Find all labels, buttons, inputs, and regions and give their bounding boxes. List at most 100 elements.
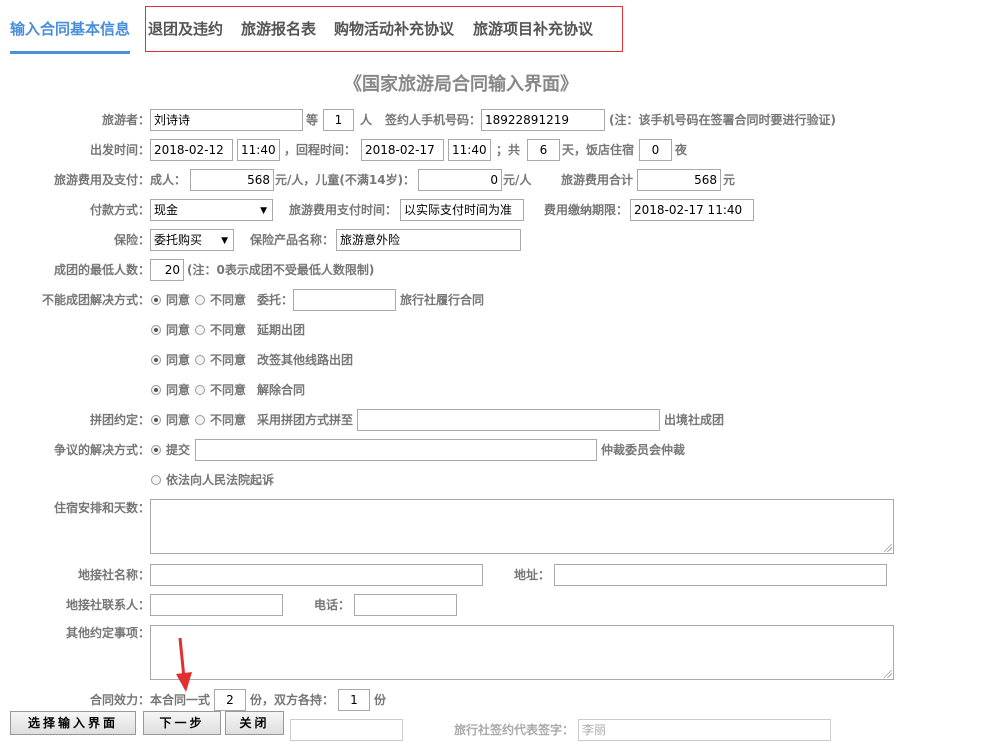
agree-label: 同意 bbox=[166, 413, 191, 427]
total-fee-input[interactable]: 568 bbox=[637, 169, 721, 191]
child-fee-input[interactable]: 0 bbox=[418, 169, 502, 191]
local-agency-name-input[interactable] bbox=[150, 564, 483, 586]
return-time-input[interactable]: 11:40 bbox=[448, 139, 491, 161]
agree-radio[interactable] bbox=[151, 295, 161, 305]
entrust-label: 委托： bbox=[257, 293, 294, 307]
nights-input[interactable]: 0 bbox=[639, 139, 672, 161]
disagree-radio[interactable] bbox=[195, 355, 205, 365]
insurance-product-input[interactable]: 旅游意外险 bbox=[336, 229, 521, 251]
adult-label: 成人： bbox=[150, 173, 187, 187]
local-contact-input[interactable] bbox=[150, 594, 283, 616]
deadline-input[interactable]: 2018-02-17 11:40 bbox=[630, 199, 754, 221]
disagree-label: 不同意 bbox=[210, 293, 247, 307]
address-input[interactable] bbox=[554, 564, 887, 586]
deadline-label: 费用缴纳期限： bbox=[544, 203, 629, 217]
close-button[interactable]: 关闭 bbox=[225, 711, 284, 735]
agree-radio[interactable] bbox=[151, 415, 161, 425]
disagree-radio[interactable] bbox=[195, 295, 205, 305]
depart-label: 出发时间： bbox=[90, 143, 151, 157]
phone-input[interactable]: 18922891219 bbox=[481, 109, 605, 131]
next-button[interactable]: 下一步 bbox=[143, 711, 221, 735]
local-phone-label: 电话： bbox=[314, 598, 351, 612]
return-date-input[interactable]: 2018-02-17 bbox=[361, 139, 444, 161]
gong-label: ；共 bbox=[496, 143, 521, 157]
local-agency-name-label: 地接社名称： bbox=[78, 568, 151, 582]
fee-label: 旅游费用及支付： bbox=[54, 173, 151, 187]
agree-radio[interactable] bbox=[151, 355, 161, 365]
phone-note: (注：该手机号码在签署合同时要进行验证) bbox=[609, 113, 836, 127]
validity-unit-label: 份 bbox=[374, 693, 387, 707]
local-contact-label: 地接社联系人： bbox=[66, 598, 151, 612]
adult-fee-input[interactable]: 568 bbox=[190, 169, 274, 191]
agency-perform-label: 旅行社履行合同 bbox=[400, 293, 485, 307]
depart-date-input[interactable]: 2018-02-12 bbox=[150, 139, 233, 161]
phone-label: 签约人手机号码： bbox=[385, 113, 482, 127]
delay-label: 延期出团 bbox=[257, 323, 306, 337]
disagree-label: 不同意 bbox=[210, 323, 247, 337]
each-input[interactable]: 1 bbox=[338, 689, 370, 711]
pin-method-label: 采用拼团方式拼至 bbox=[257, 413, 354, 427]
depart-time-input[interactable]: 11:40 bbox=[237, 139, 280, 161]
adult-unit-label: 元/人，儿童(不满14岁)： bbox=[275, 173, 416, 187]
agree-radio[interactable] bbox=[151, 325, 161, 335]
other-terms-textarea[interactable] bbox=[150, 625, 894, 680]
insurance-label: 保险： bbox=[114, 233, 151, 247]
ren-label: 人 bbox=[360, 113, 373, 127]
select-input-screen-button[interactable]: 选择输入界面 bbox=[10, 711, 136, 735]
payment-method-select[interactable]: 现金 ▼ bbox=[150, 199, 273, 221]
copies-input[interactable]: 2 bbox=[214, 689, 246, 711]
dropdown-arrow-icon: ▼ bbox=[260, 206, 267, 216]
tab-withdrawal[interactable]: 退团及违约 bbox=[148, 18, 223, 39]
disagree-radio[interactable] bbox=[195, 415, 205, 425]
agree-label: 同意 bbox=[166, 353, 191, 367]
agree-radio[interactable] bbox=[151, 385, 161, 395]
disagree-label: 不同意 bbox=[210, 413, 247, 427]
insurance-product-label: 保险产品名称： bbox=[250, 233, 335, 247]
arbitration-label: 仲裁委员会仲裁 bbox=[601, 443, 686, 457]
terminate-label: 解除合同 bbox=[257, 383, 306, 397]
dispute-label: 争议的解决方式： bbox=[54, 443, 151, 457]
court-label: 依法向人民法院起诉 bbox=[166, 473, 275, 487]
pin-label: 拼团约定： bbox=[90, 413, 151, 427]
traveler-count-input[interactable]: 1 bbox=[323, 109, 354, 131]
traveler-name-input[interactable]: 刘诗诗 bbox=[150, 109, 303, 131]
pin-outbound-label: 出境社成团 bbox=[664, 413, 725, 427]
min-group-input[interactable]: 20 bbox=[150, 259, 184, 281]
tab-shopping-agreement[interactable]: 购物活动补充协议 bbox=[334, 18, 454, 39]
pin-agency-input[interactable] bbox=[357, 409, 660, 431]
signature-input[interactable]: 李丽 bbox=[578, 719, 831, 741]
validity-label: 合同效力： bbox=[90, 693, 151, 707]
court-radio[interactable] bbox=[151, 475, 161, 485]
change-route-label: 改签其他线路出团 bbox=[257, 353, 354, 367]
tab-registration[interactable]: 旅游报名表 bbox=[241, 18, 316, 39]
page-title: 《国家旅游局合同输入界面》 bbox=[344, 74, 578, 95]
entrust-input[interactable] bbox=[293, 289, 396, 311]
payment-method-label: 付款方式： bbox=[90, 203, 151, 217]
submit-label: 提交 bbox=[166, 443, 191, 457]
return-label: ，回程时间： bbox=[284, 143, 357, 157]
resize-grip-icon[interactable] bbox=[884, 670, 892, 678]
dropdown-arrow-icon: ▼ bbox=[221, 236, 228, 246]
disagree-radio[interactable] bbox=[195, 385, 205, 395]
disagree-label: 不同意 bbox=[210, 383, 247, 397]
traveler-label: 旅游者： bbox=[102, 113, 151, 127]
disagree-radio[interactable] bbox=[195, 325, 205, 335]
submit-radio[interactable] bbox=[151, 445, 161, 455]
pay-time-label: 旅游费用支付时间： bbox=[289, 203, 398, 217]
total-label: 旅游费用合计 bbox=[561, 173, 634, 187]
red-arrow-icon bbox=[176, 637, 192, 692]
ye-label: 夜 bbox=[675, 143, 688, 157]
agency-signature-left-input[interactable] bbox=[290, 719, 403, 741]
pay-time-input[interactable]: 以实际支付时间为准 bbox=[400, 199, 524, 221]
insurance-select[interactable]: 委托购买 ▼ bbox=[150, 229, 234, 251]
days-input[interactable]: 6 bbox=[527, 139, 560, 161]
tab-basic-info[interactable]: 输入合同基本信息 bbox=[10, 18, 130, 39]
local-phone-input[interactable] bbox=[354, 594, 457, 616]
lodging-textarea[interactable] bbox=[150, 499, 894, 554]
arbitration-input[interactable] bbox=[195, 439, 597, 461]
active-tab-indicator bbox=[10, 51, 130, 54]
tab-project-agreement[interactable]: 旅游项目补充协议 bbox=[473, 18, 593, 39]
disagree-label: 不同意 bbox=[210, 353, 247, 367]
signature-label: 旅行社签约代表签字： bbox=[454, 723, 575, 737]
resize-grip-icon[interactable] bbox=[884, 544, 892, 552]
